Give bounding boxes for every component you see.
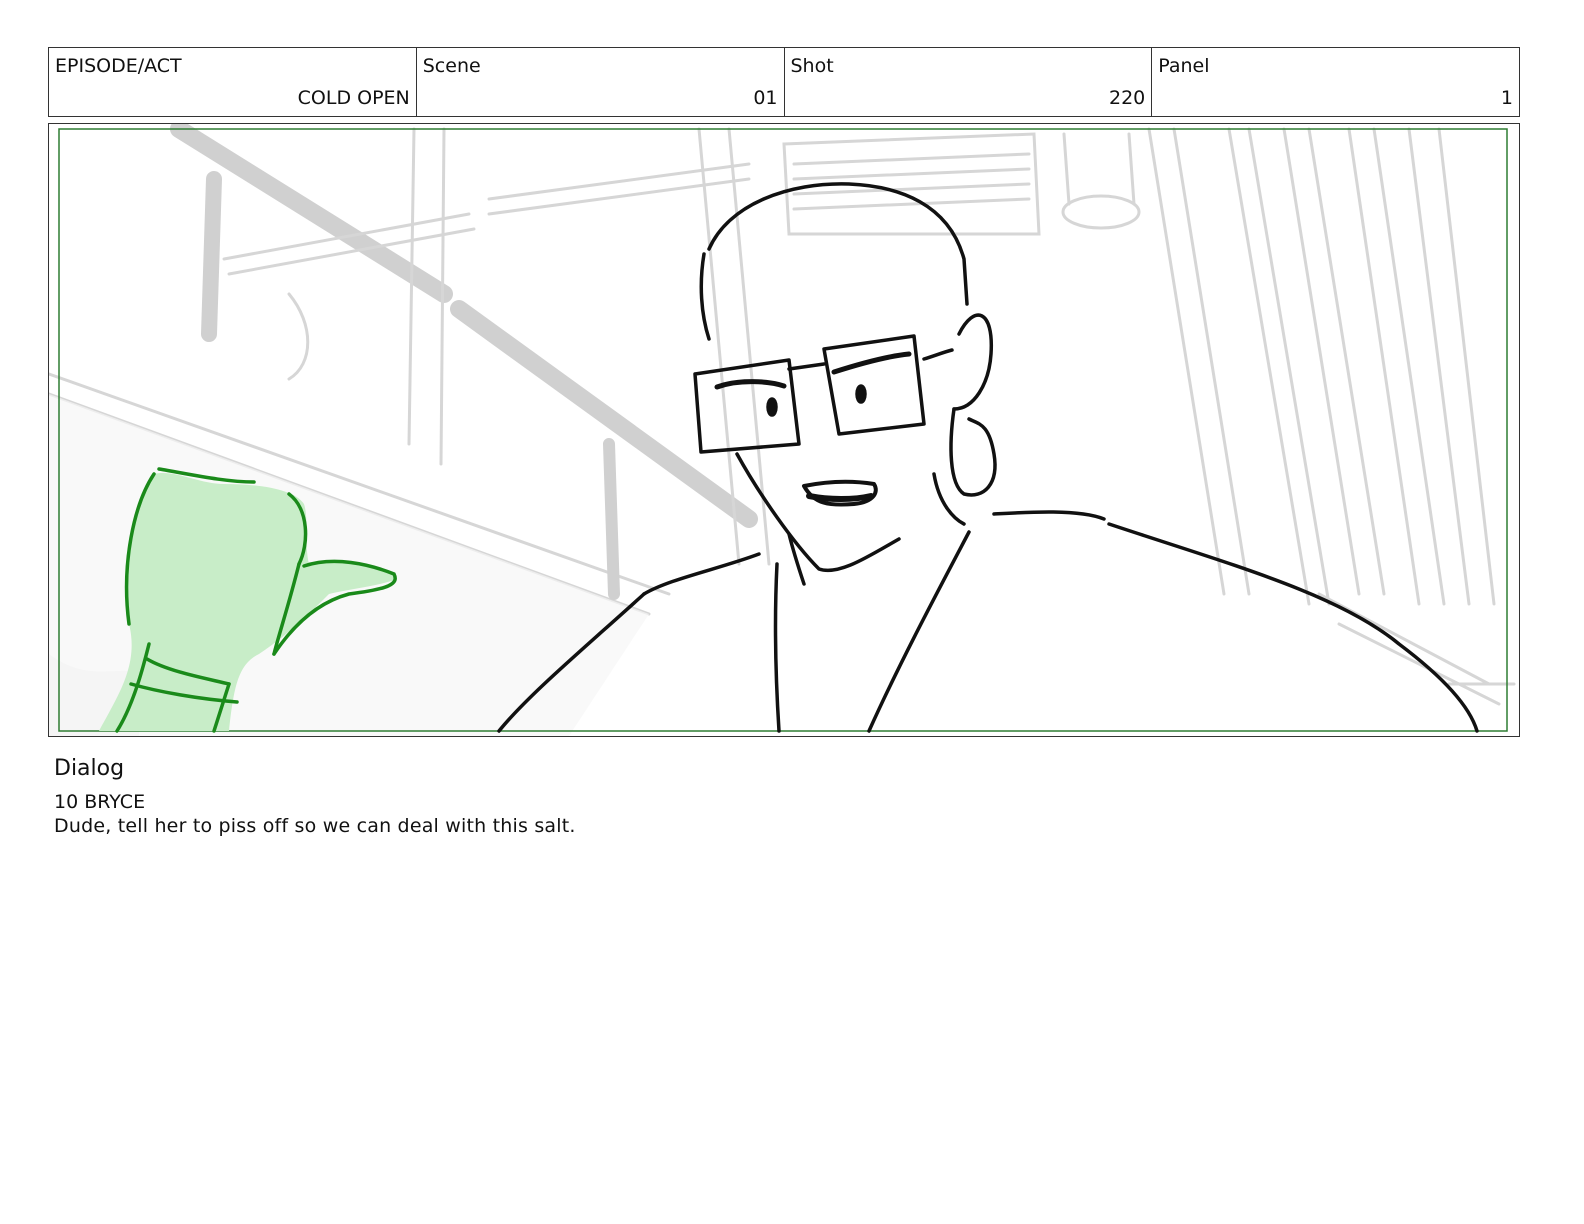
shot-info-header: EPISODE/ACT COLD OPEN Scene 01 Shot 220 … xyxy=(48,47,1520,117)
storyboard-panel xyxy=(48,123,1520,737)
shot-value: 220 xyxy=(1108,87,1146,109)
storyboard-sketch xyxy=(49,124,1516,736)
panel-label: Panel xyxy=(1158,55,1210,77)
shot-cell: Shot 220 xyxy=(785,48,1153,116)
shot-label: Shot xyxy=(790,55,834,77)
episode-label: EPISODE/ACT xyxy=(55,55,182,77)
panel-value: 1 xyxy=(1500,87,1513,109)
episode-cell: EPISODE/ACT COLD OPEN xyxy=(49,48,417,116)
dialog-line: Dude, tell her to piss off so we can dea… xyxy=(54,815,576,837)
scene-cell: Scene 01 xyxy=(417,48,785,116)
dialog-heading: Dialog xyxy=(54,756,125,781)
dialog-speaker: 10 BRYCE xyxy=(54,791,146,813)
panel-cell: Panel 1 xyxy=(1152,48,1519,116)
scene-label: Scene xyxy=(422,55,481,77)
episode-value: COLD OPEN xyxy=(297,87,410,109)
scene-value: 01 xyxy=(753,87,778,109)
